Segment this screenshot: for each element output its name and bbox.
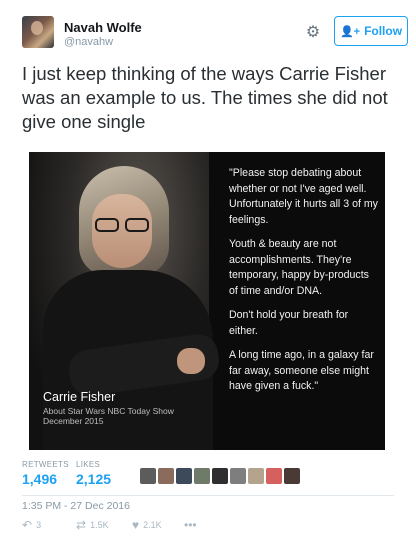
user-handle[interactable]: @navahw — [64, 36, 113, 48]
likes-stat[interactable]: LIKES 2,125 — [76, 460, 111, 487]
heart-icon: ♥ — [132, 518, 140, 532]
quote-paragraph: A long time ago, in a galaxy far far awa… — [229, 349, 374, 392]
reply-icon: ↶ — [22, 518, 33, 532]
retweets-label: RETWEETS — [22, 460, 69, 469]
tweet-header: Navah Wolfe @navahw ⚙ 👤+ Follow — [22, 14, 408, 54]
avatar[interactable] — [176, 468, 192, 484]
retweet-count: 1.5K — [90, 520, 109, 530]
caption-name: Carrie Fisher — [43, 390, 116, 404]
caption-about-line-2: December 2015 — [43, 416, 104, 426]
quote-paragraph: Youth & beauty are not accomplishments. … — [229, 238, 369, 297]
timestamp[interactable]: 1:35 PM - 27 Dec 2016 — [22, 500, 130, 512]
likes-count: 2,125 — [76, 471, 112, 487]
retweet-icon: ⇄ — [76, 518, 87, 532]
like-count: 2.1K — [143, 520, 162, 530]
avatar[interactable] — [248, 468, 264, 484]
caption-about-line-1: About Star Wars NBC Today Show — [43, 406, 174, 416]
portrait-glasses — [91, 218, 153, 234]
avatar[interactable] — [212, 468, 228, 484]
avatar[interactable] — [194, 468, 210, 484]
caption-about: About Star Wars NBC Today Show December … — [43, 406, 193, 426]
reply-button[interactable]: ↶ 3 — [22, 518, 41, 532]
follow-label: Follow — [364, 24, 403, 38]
display-name[interactable]: Navah Wolfe — [64, 20, 142, 35]
retweets-stat[interactable]: RETWEETS 1,496 — [22, 460, 69, 487]
avatar[interactable] — [140, 468, 156, 484]
reply-count: 3 — [36, 520, 42, 530]
gear-icon[interactable]: ⚙ — [302, 22, 324, 44]
follow-button[interactable]: 👤+ Follow — [334, 16, 408, 46]
tweet-actions: ↶ 3 ⇄ 1.5K ♥ 2.1K ••• — [22, 518, 394, 536]
quote-paragraph: Don't hold your breath for either. — [229, 309, 349, 337]
tweet-image[interactable]: Carrie Fisher About Star Wars NBC Today … — [29, 152, 385, 450]
more-button[interactable]: ••• — [184, 518, 197, 532]
divider — [22, 495, 394, 496]
add-person-icon: 👤+ — [339, 25, 361, 38]
quote-paragraph: "Please stop debating about whether or n… — [229, 167, 378, 226]
quote-text: "Please stop debating about whether or n… — [229, 166, 379, 404]
tweet-text: I just keep thinking of the ways Carrie … — [22, 63, 388, 132]
portrait-hand — [177, 348, 205, 374]
avatar[interactable] — [22, 16, 54, 48]
avatar[interactable] — [266, 468, 282, 484]
retweet-button[interactable]: ⇄ 1.5K — [76, 518, 109, 532]
avatar[interactable] — [230, 468, 246, 484]
more-icon: ••• — [184, 518, 197, 532]
avatar[interactable] — [284, 468, 300, 484]
like-button[interactable]: ♥ 2.1K — [132, 518, 162, 532]
retweets-count: 1,496 — [22, 471, 58, 487]
tweet-stats: RETWEETS 1,496 LIKES 2,125 — [22, 460, 394, 494]
liker-avatars — [140, 468, 300, 484]
avatar[interactable] — [158, 468, 174, 484]
likes-label: LIKES — [76, 460, 101, 469]
